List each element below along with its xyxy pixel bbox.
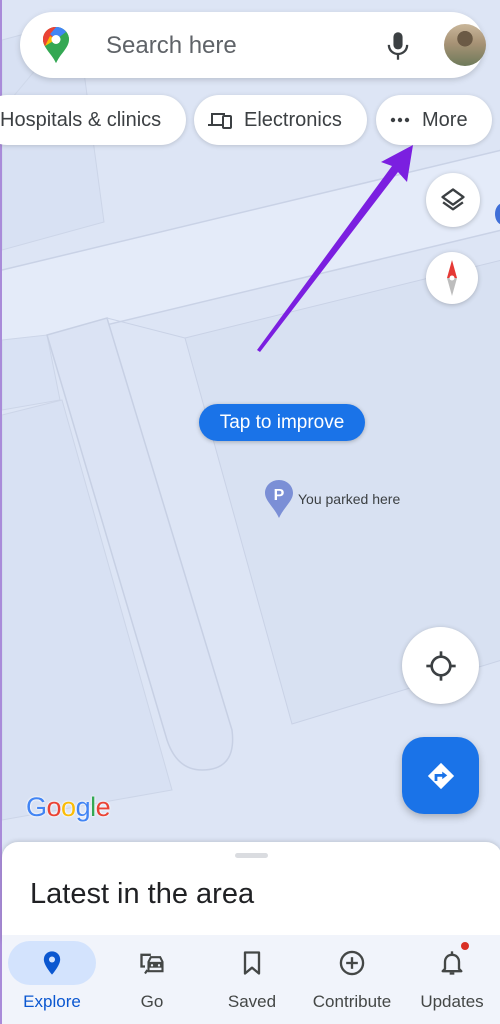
parking-pin-icon: P [265,480,293,518]
nav-go[interactable]: Go [102,935,202,1024]
directions-icon [427,762,454,789]
logo-letter: G [26,792,47,822]
explore-pin-icon [43,951,61,975]
logo-letter: e [95,792,111,822]
chip-hospitals-clinics[interactable]: Hospitals & clinics [0,95,186,145]
logo-letter: o [46,792,62,822]
more-horizontal-icon [390,117,410,123]
svg-text:P: P [274,487,285,504]
commute-icon [140,953,164,975]
chip-label: More [422,108,468,131]
nav-contribute[interactable]: Contribute [302,935,402,1024]
nav-updates[interactable]: Updates [402,935,500,1024]
directions-button[interactable] [402,737,479,814]
bottom-sheet[interactable]: Latest in the area [2,842,500,942]
my-location-icon [425,650,456,681]
bell-icon [441,951,463,975]
layers-button[interactable] [426,173,480,227]
nav-label: Explore [23,992,81,1011]
chip-more[interactable]: More [376,95,492,145]
tap-to-improve-button[interactable]: Tap to improve [199,404,365,441]
compass-icon [447,260,457,296]
nav-saved[interactable]: Saved [202,935,302,1024]
parked-label: You parked here [298,491,401,507]
category-chips: Hospitals & clinics Electronics More [0,95,500,145]
google-maps-pin-icon [43,27,69,63]
nav-label: Contribute [312,992,392,1011]
chip-electronics[interactable]: Electronics [194,95,367,145]
logo-letter: g [75,792,91,822]
nav-label: Updates [420,992,484,1011]
google-attribution-logo: Google [26,792,111,823]
nav-explore[interactable]: Explore [2,935,102,1024]
bookmark-icon [243,951,261,975]
sheet-drag-handle[interactable] [235,853,268,858]
devices-icon [208,113,232,129]
add-circle-icon [339,950,365,976]
chip-label: Electronics [244,108,342,131]
chip-label: Hospitals & clinics [0,108,162,131]
search-bar[interactable]: Search here [20,12,486,78]
user-avatar[interactable] [444,24,486,66]
compass-button[interactable] [426,252,478,304]
layers-icon [441,188,465,211]
microphone-icon[interactable] [384,30,412,62]
bottom-navigation: Explore Go Saved Contribute Updates [2,935,500,1024]
my-location-button[interactable] [402,627,479,704]
logo-letter: o [61,792,76,822]
parked-location-marker[interactable]: P You parked here [264,479,400,519]
sheet-title: Latest in the area [30,878,255,910]
nav-label: Go [140,992,164,1011]
search-input[interactable]: Search here [106,32,237,60]
nav-label: Saved [227,992,277,1011]
notification-badge [461,942,469,950]
